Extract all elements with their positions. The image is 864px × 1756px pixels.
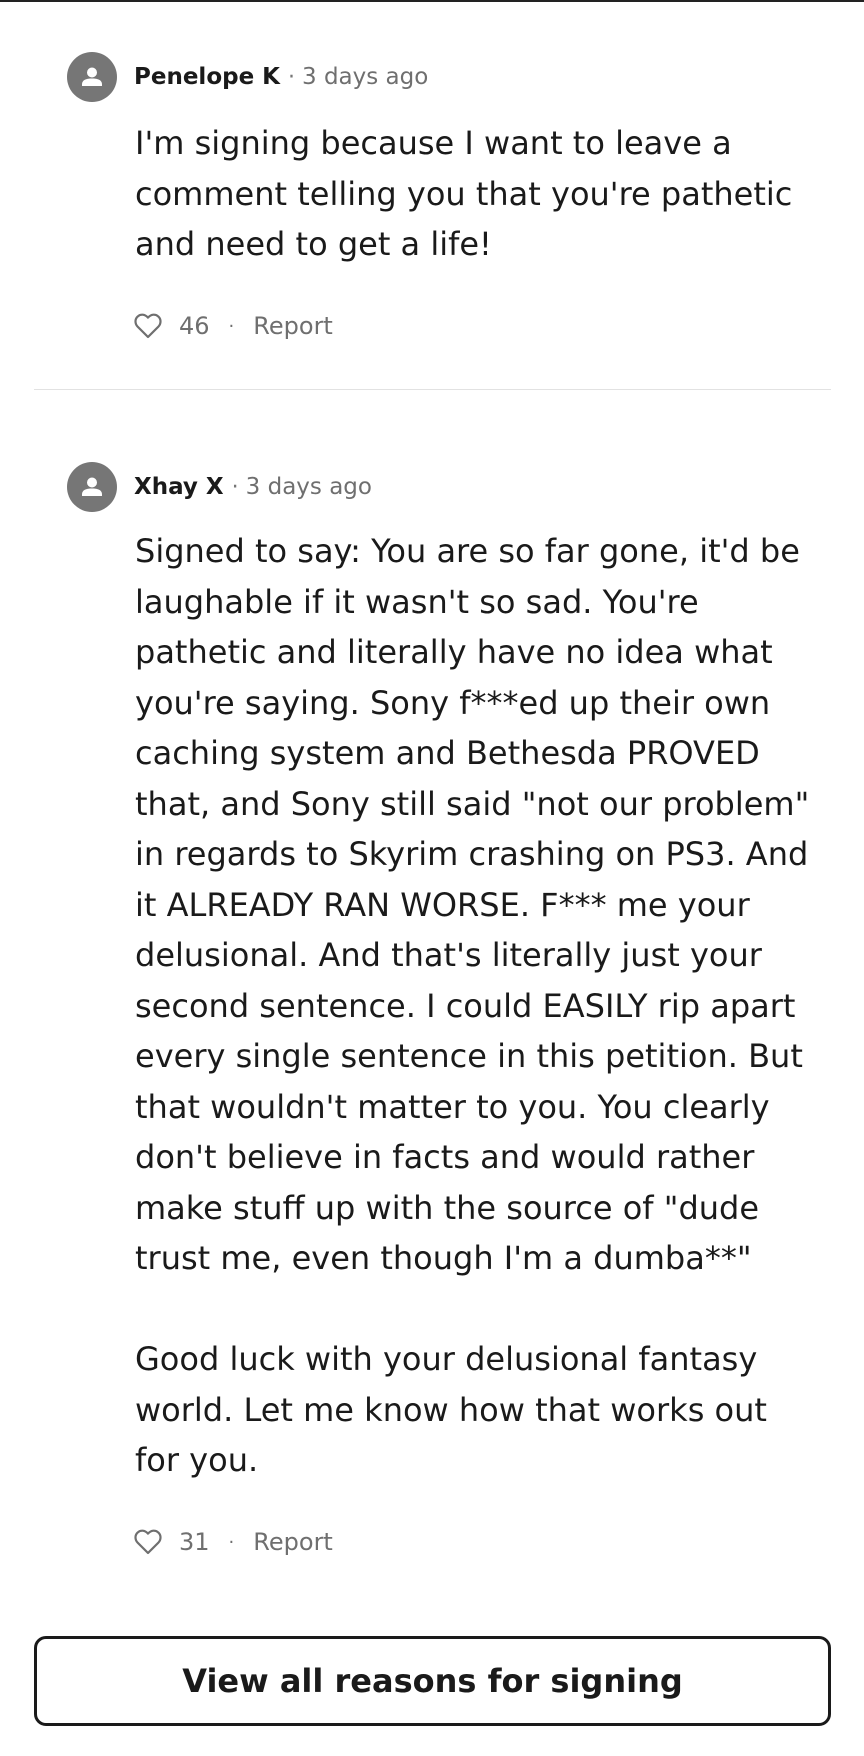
author-name: Xhay X: [134, 474, 224, 500]
comment-body: Signed to say: You are so far gone, it'd…: [135, 532, 810, 1479]
like-button[interactable]: 46: [134, 312, 210, 340]
header-separator: ·: [288, 64, 296, 90]
comment-actions: 31 · Report: [134, 1527, 333, 1557]
report-link[interactable]: Report: [253, 1528, 333, 1556]
like-button[interactable]: 31: [134, 1528, 210, 1556]
comment-header: Penelope K · 3 days ago: [67, 52, 428, 102]
comment-divider: [34, 389, 831, 390]
view-all-reasons-button[interactable]: View all reasons for signing: [34, 1636, 831, 1726]
avatar: [67, 462, 117, 512]
person-icon: [82, 67, 102, 86]
comment-time: 3 days ago: [245, 474, 372, 500]
person-icon: [82, 477, 102, 496]
author-name: Penelope K: [134, 64, 281, 90]
comment-header: Xhay X · 3 days ago: [67, 462, 372, 512]
heart-outline-icon: [134, 1529, 162, 1555]
avatar: [67, 52, 117, 102]
comment-body: I'm signing because I want to leave a co…: [135, 124, 793, 263]
like-count: 31: [179, 1528, 210, 1556]
report-link[interactable]: Report: [253, 312, 333, 340]
top-border: [0, 0, 864, 2]
action-separator: ·: [228, 315, 235, 337]
comment-actions: 46 · Report: [134, 311, 333, 341]
comment-time: 3 days ago: [302, 64, 429, 90]
action-separator: ·: [228, 1531, 235, 1553]
heart-outline-icon: [134, 313, 162, 339]
like-count: 46: [179, 312, 210, 340]
header-separator: ·: [231, 474, 239, 500]
